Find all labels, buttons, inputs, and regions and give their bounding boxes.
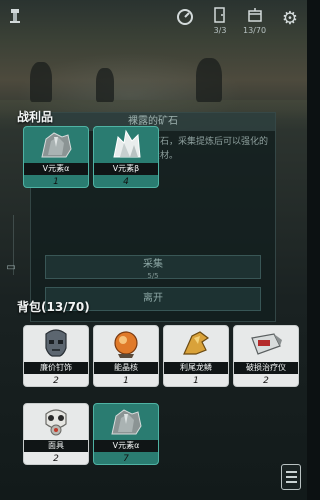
loot-item[interactable]: V元素β 4 <box>93 126 159 188</box>
orange-core-icon <box>94 326 158 362</box>
bag-item-qty: 2 <box>263 376 269 386</box>
bag-item-name: 面具 <box>24 440 88 452</box>
collect-button[interactable]: 采集 5/5 <box>45 255 261 280</box>
scene-figure-left <box>30 62 52 102</box>
golden-claw-icon <box>164 326 228 362</box>
bag-item[interactable]: V元素α 7 <box>93 403 159 465</box>
bag-title: 背包(13/70) <box>17 300 90 314</box>
loot-item-name: V元素β <box>94 163 158 175</box>
loot-title: 战利品 <box>17 110 54 124</box>
gas-mask-icon <box>24 404 88 440</box>
crate-icon <box>245 5 265 25</box>
door-button[interactable]: 3/3 <box>210 5 230 35</box>
bag-item-name: 能晶核 <box>94 362 158 374</box>
loot-item-qty: 4 <box>123 177 129 187</box>
bag-item-name: 利尾龙鳞 <box>164 362 228 374</box>
grey-ore-icon <box>94 404 158 440</box>
settings-button[interactable]: ⚙ <box>280 7 300 29</box>
gear-icon: ⚙ <box>281 7 299 29</box>
lamp-button[interactable] <box>6 6 26 26</box>
grey-ore-icon <box>24 127 88 163</box>
loot-item[interactable]: V元素α 1 <box>23 126 89 188</box>
gauge-icon <box>175 7 195 27</box>
white-crystal-icon <box>94 127 158 163</box>
bag-item-qty: 1 <box>123 376 129 386</box>
bag-item[interactable]: 破损治疗仪 2 <box>233 325 299 387</box>
crate-button[interactable]: 13/70 <box>243 5 266 35</box>
broken-device-icon <box>234 326 298 362</box>
menu-icon-bar <box>285 481 297 483</box>
bag-item[interactable]: 能晶核 1 <box>93 325 159 387</box>
door-count: 3/3 <box>213 26 227 35</box>
menu-button[interactable] <box>281 464 301 490</box>
loot-item-qty: 1 <box>53 177 59 187</box>
menu-icon-bar <box>285 476 297 478</box>
top-hud: 3/3 13/70 ⚙ <box>0 0 307 40</box>
bag-item[interactable]: 廉价钉饰 2 <box>23 325 89 387</box>
scene-figure-right <box>196 58 222 102</box>
bag-item-qty: 1 <box>193 376 199 386</box>
collect-label: 采集 <box>143 259 163 270</box>
crate-count: 13/70 <box>243 26 267 35</box>
ore-dialog-description: 矿石，采集提炼后可以强化的素材。 <box>151 137 269 161</box>
gauge-button[interactable] <box>175 7 195 27</box>
bag-item[interactable]: 利尾龙鳞 1 <box>163 325 229 387</box>
chat-icon[interactable]: ▭ <box>3 262 19 276</box>
bag-item[interactable]: 面具 2 <box>23 403 89 465</box>
loot-item-name: V元素α <box>24 163 88 175</box>
bag-item-qty: 2 <box>53 376 59 386</box>
door-icon <box>210 5 230 25</box>
collect-count: 5/5 <box>147 272 159 280</box>
skull-mask-icon <box>24 326 88 362</box>
scene-figure-center <box>96 68 114 102</box>
lamp-icon <box>6 6 26 26</box>
bag-item-name: V元素α <box>94 440 158 452</box>
bag-item-qty: 7 <box>123 454 129 464</box>
bag-item-name: 破损治疗仪 <box>234 362 298 374</box>
bag-item-name: 廉价钉饰 <box>24 362 88 374</box>
bag-item-qty: 2 <box>53 454 59 464</box>
menu-icon <box>285 471 297 473</box>
